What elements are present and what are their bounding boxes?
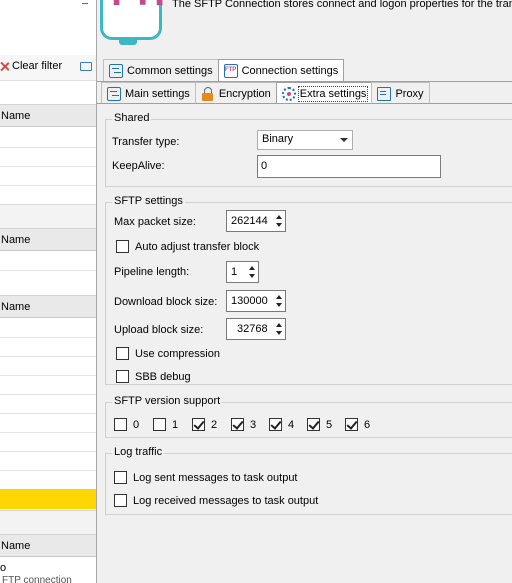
list-item-text[interactable]: FTP connection (2, 575, 72, 583)
version-2-checkbox[interactable]: 2 (192, 418, 217, 431)
sbb-debug-checkbox[interactable]: SBB debug (116, 370, 191, 383)
checkbox-box[interactable] (192, 418, 205, 431)
log-sent-checkbox[interactable]: Log sent messages to task output (114, 471, 298, 484)
transfer-type-label: Transfer type: (112, 136, 180, 148)
selected-row[interactable] (0, 489, 96, 509)
connection-dialog: FTP The SFTP Connection stores connect a… (97, 0, 512, 583)
sliders-icon (107, 86, 121, 101)
log-received-checkbox[interactable]: Log received messages to task output (114, 494, 318, 507)
log-traffic-title: Log traffic (112, 446, 165, 458)
group-separator (0, 510, 96, 534)
max-packet-label: Max packet size: (114, 216, 196, 228)
sliders-icon (109, 63, 123, 78)
transfer-type-select[interactable]: Binary (257, 130, 353, 150)
log-traffic-group: Log traffic Log sent messages to task ou… (105, 446, 512, 515)
chevron-down-icon (340, 138, 348, 142)
checkbox-box[interactable] (231, 418, 244, 431)
ftp-logo: FTP (100, 0, 176, 40)
secondary-tabs: Main settings Encryption Extra settings … (101, 82, 430, 104)
version-4-checkbox[interactable]: 4 (269, 418, 294, 431)
download-block-label: Download block size: (114, 296, 218, 308)
version-1-checkbox[interactable]: 1 (153, 418, 178, 431)
column-header-name[interactable]: Name (0, 534, 96, 557)
checkbox-box[interactable] (153, 418, 166, 431)
use-compression-checkbox[interactable]: Use compression (116, 347, 220, 360)
spinner-arrows-icon[interactable] (274, 320, 284, 338)
spinner-arrows-icon[interactable] (247, 263, 257, 281)
sftp-settings-group: SFTP settings Max packet size: 262144 Au… (105, 195, 512, 385)
document-icon (377, 86, 392, 101)
shared-group: Shared Transfer type: Binary KeepAlive: … (105, 112, 512, 187)
logo-text: FTP (111, 0, 177, 13)
keepalive-input[interactable]: 0 (257, 155, 441, 178)
monitor-icon[interactable] (80, 62, 92, 71)
left-toolbar: Clear filter (0, 55, 96, 81)
tab-proxy[interactable]: Proxy (371, 82, 430, 104)
gear-icon (281, 86, 296, 101)
extra-settings-panel: Shared Transfer type: Binary KeepAlive: … (97, 103, 512, 583)
tab-main-settings[interactable]: Main settings (101, 82, 196, 104)
version-3-checkbox[interactable]: 3 (231, 418, 256, 431)
tab-common-settings[interactable]: Common settings (103, 59, 219, 81)
version-5-checkbox[interactable]: 5 (307, 418, 332, 431)
spinner-arrows-icon[interactable] (274, 292, 284, 310)
checkbox-box[interactable] (114, 471, 127, 484)
column-header-name[interactable]: Name (0, 295, 96, 318)
tab-connection-settings[interactable]: FTP Connection settings (217, 59, 345, 81)
checkbox-box[interactable] (114, 494, 127, 507)
primary-tabs: Common settings FTP Connection settings (103, 59, 345, 81)
version-support-group: SFTP version support 0 1 2 3 4 5 6 (105, 395, 512, 438)
group-separator (0, 204, 96, 228)
checkbox-box[interactable] (114, 418, 127, 431)
checkbox-box[interactable] (116, 370, 129, 383)
list-item-text[interactable]: o (0, 562, 6, 574)
auto-adjust-checkbox[interactable]: Auto adjust transfer block (116, 240, 259, 253)
checkbox-box[interactable] (116, 347, 129, 360)
version-6-checkbox[interactable]: 6 (345, 418, 370, 431)
shared-group-title: Shared (112, 112, 152, 124)
panel-edge-mark (82, 0, 88, 4)
ftp-icon: FTP (223, 63, 238, 78)
spinner-arrows-icon[interactable] (274, 212, 284, 230)
pipeline-spinner[interactable]: 1 (226, 261, 259, 283)
dialog-description: The SFTP Connection stores connect and l… (172, 0, 512, 10)
checkbox-box[interactable] (116, 240, 129, 253)
column-header-name[interactable]: Name (0, 228, 96, 251)
version-0-checkbox[interactable]: 0 (114, 418, 139, 431)
max-packet-spinner[interactable]: 262144 (226, 210, 286, 232)
logo-accent (119, 40, 137, 45)
clear-filter-label: Clear filter (12, 60, 63, 72)
lock-icon (201, 86, 215, 101)
version-support-title: SFTP version support (112, 395, 223, 407)
pipeline-label: Pipeline length: (114, 266, 190, 278)
upload-block-label: Upload block size: (114, 324, 204, 336)
clear-filter-icon (0, 62, 9, 71)
upload-block-spinner[interactable]: 32768 (226, 318, 286, 340)
checkbox-box[interactable] (307, 418, 320, 431)
tab-extra-settings[interactable]: Extra settings (275, 82, 373, 104)
keepalive-label: KeepAlive: (112, 160, 165, 172)
download-block-spinner[interactable]: 130000 (226, 290, 286, 312)
checkbox-box[interactable] (269, 418, 282, 431)
sftp-settings-title: SFTP settings (112, 195, 185, 207)
tab-encryption[interactable]: Encryption (194, 82, 277, 104)
left-panel: Clear filter Name Name Name Name o FTP c… (0, 0, 96, 583)
checkbox-box[interactable] (345, 418, 358, 431)
clear-filter-button[interactable]: Clear filter (0, 60, 62, 72)
column-header-name[interactable]: Name (0, 104, 96, 127)
